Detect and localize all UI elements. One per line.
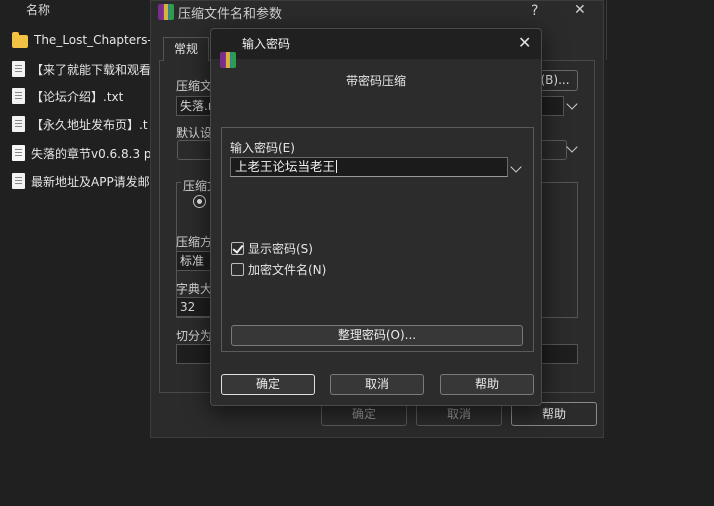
- close-icon[interactable]: ✕: [518, 33, 531, 52]
- dictionary-size-select[interactable]: 32: [176, 297, 211, 317]
- text-file-icon: [12, 116, 25, 132]
- file-name: 失落的章节v0.6.8.3 p: [31, 146, 152, 161]
- format-radio[interactable]: [193, 195, 206, 208]
- file-name: 最新地址及APP请发邮: [31, 174, 150, 189]
- checkbox-checked-icon[interactable]: [231, 241, 244, 255]
- folder-icon: [12, 31, 28, 48]
- file-row-folder[interactable]: The_Lost_Chapters-(: [12, 30, 156, 50]
- archive-name-label: 压缩文: [176, 79, 213, 93]
- encrypt-filenames-label: 加密文件名(N): [248, 262, 327, 277]
- file-name: 【论坛介绍】.txt: [31, 89, 124, 104]
- split-volumes-input[interactable]: [176, 344, 211, 364]
- show-password-label: 显示密码(S): [248, 241, 313, 256]
- password-dialog-title: 输入密码: [242, 37, 291, 51]
- name-column-header[interactable]: 名称: [26, 1, 50, 18]
- file-name: 【永久地址发布页】.t: [31, 117, 148, 132]
- default-profile-label: 默认设: [176, 126, 213, 140]
- help-icon[interactable]: ?: [531, 3, 538, 19]
- password-cancel-button[interactable]: 取消: [330, 374, 424, 395]
- file-row[interactable]: 最新地址及APP请发邮: [12, 171, 150, 191]
- file-name: 【来了就能下载和观看: [31, 62, 152, 77]
- winrar-icon: [220, 52, 236, 68]
- text-file-icon: [12, 173, 25, 189]
- password-dialog-heading: 带密码压缩: [345, 74, 406, 88]
- file-icon: [12, 145, 25, 161]
- file-row[interactable]: 【论坛介绍】.txt: [12, 86, 123, 106]
- file-name: The_Lost_Chapters-(: [34, 33, 157, 47]
- file-row[interactable]: 失落的章节v0.6.8.3 p: [12, 143, 152, 163]
- compression-method-select[interactable]: 标准: [176, 251, 211, 271]
- encrypt-filenames-checkbox[interactable]: 加密文件名(N): [231, 261, 326, 277]
- show-password-checkbox[interactable]: 显示密码(S): [231, 240, 313, 256]
- column-divider: [606, 0, 607, 60]
- parameters-input[interactable]: [540, 344, 578, 364]
- password-input[interactable]: 上老王论坛当老王: [230, 157, 508, 177]
- archive-dialog-title: 压缩文件名和参数: [178, 7, 283, 22]
- file-row[interactable]: 【来了就能下载和观看: [12, 59, 151, 79]
- password-ok-button[interactable]: 确定: [221, 374, 315, 395]
- tab-general[interactable]: 常规: [163, 37, 209, 61]
- dictionary-size-label: 字典大: [176, 282, 213, 296]
- password-input-value: 上老王论坛当老王: [235, 159, 336, 174]
- close-icon[interactable]: ✕: [574, 2, 586, 18]
- file-row[interactable]: 【永久地址发布页】.t: [12, 114, 148, 134]
- compression-method-label: 压缩方: [176, 235, 213, 249]
- text-caret: [336, 160, 338, 173]
- text-file-icon: [12, 61, 25, 77]
- password-help-button[interactable]: 帮助: [440, 374, 534, 395]
- password-label: 输入密码(E): [230, 141, 295, 155]
- organize-passwords-button[interactable]: 整理密码(O)...: [231, 325, 523, 346]
- text-file-icon: [12, 88, 25, 104]
- winrar-icon: [158, 4, 174, 20]
- checkbox-unchecked-icon[interactable]: [231, 262, 244, 276]
- split-volumes-label: 切分为: [176, 329, 213, 343]
